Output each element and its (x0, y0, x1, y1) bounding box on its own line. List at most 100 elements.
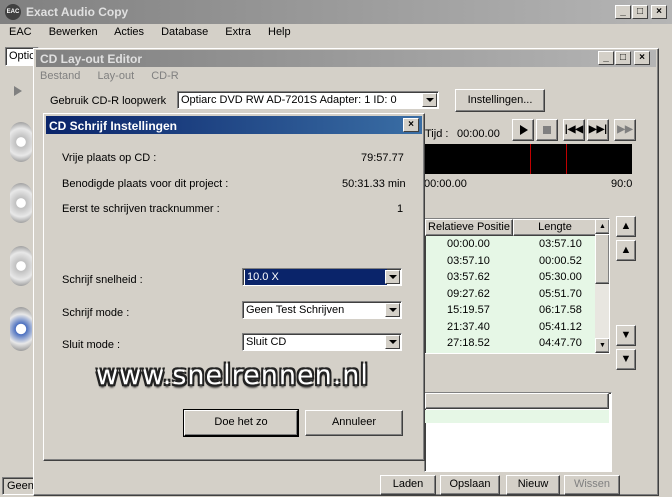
time-value: 00:00.00 (457, 128, 500, 140)
timeline-bar[interactable] (424, 144, 632, 174)
menu-bewerken[interactable]: Bewerken (49, 26, 98, 38)
row-position: 15:19.57 (447, 304, 490, 316)
fast-forward-icon: ▶▶ (617, 124, 633, 135)
clear-button[interactable]: Wissen (564, 475, 620, 495)
arrow-down-icon: ▼ (620, 329, 632, 341)
cdr-drive-value: Optiarc DVD RW AD-7201S Adapter: 1 ID: 0 (181, 94, 397, 106)
first-track-value: 1 (397, 203, 404, 215)
editor-minimize-button[interactable]: _ (598, 51, 614, 65)
row-length: 04:47.70 (539, 337, 582, 349)
timeline-start: 00:00.00 (424, 178, 467, 190)
chevron-down-icon[interactable] (422, 93, 437, 107)
lower-list[interactable] (424, 392, 612, 472)
cd-wav-icon[interactable] (10, 183, 32, 223)
play-arrow-icon[interactable] (14, 86, 22, 96)
row-length: 00:00.52 (539, 254, 582, 267)
save-button[interactable]: Opslaan (440, 475, 500, 495)
lower-list-row[interactable] (425, 410, 609, 423)
needed-space-value: 50:31.33 min (342, 178, 406, 190)
menu-database[interactable]: Database (161, 26, 208, 38)
move-bottom-button[interactable]: ▼ (616, 349, 636, 370)
move-up-button[interactable]: ▲ (616, 240, 636, 261)
main-close-button[interactable]: × (651, 5, 667, 19)
previous-button[interactable]: |◀◀ (563, 119, 585, 141)
settings-button[interactable]: Instellingen... (455, 89, 545, 112)
row-position: 03:57.62 (447, 271, 490, 283)
write-speed-value: 10.0 X (245, 269, 387, 285)
scroll-up-button[interactable]: ▲ (595, 219, 609, 234)
close-mode-select[interactable]: Sluit CD (242, 333, 402, 351)
menu-help[interactable]: Help (268, 26, 291, 38)
scroll-thumb[interactable] (595, 234, 609, 284)
row-length: 06:17.58 (539, 304, 582, 316)
track-list[interactable]: Relatieve Positie Lengte ▲ ▼ 00:00.00 03:… (424, 218, 610, 354)
menu-extra[interactable]: Extra (225, 26, 251, 38)
close-mode-value: Sluit CD (246, 336, 287, 348)
editor-close-button[interactable]: × (634, 51, 650, 65)
main-menu-bar: EAC Bewerken Acties Database Extra Help (0, 24, 672, 42)
scroll-down-button[interactable]: ▼ (595, 338, 609, 353)
time-label: Tijd : (425, 128, 449, 140)
dialog-title-bar: CD Schrijf Instellingen × (46, 116, 422, 134)
timeline-marker (530, 144, 531, 174)
chevron-down-icon[interactable] (385, 335, 400, 349)
arrow-up-bar-icon: ▲ (620, 220, 632, 232)
free-space-label: Vrije plaats op CD : (62, 152, 157, 164)
main-maximize-button[interactable]: □ (632, 5, 648, 19)
menu-acties[interactable]: Acties (114, 26, 144, 38)
timeline-marker (566, 144, 567, 174)
free-space-value: 79:57.77 (361, 152, 404, 164)
cd-copy-icon[interactable] (10, 122, 32, 162)
editor-menu-layout[interactable]: Lay-out (97, 70, 134, 82)
main-window-title: Exact Audio Copy (26, 5, 129, 19)
new-button[interactable]: Nieuw (506, 475, 560, 495)
play-icon (520, 125, 528, 135)
write-speed-label: Schrijf snelheid : (62, 274, 143, 286)
cdr-drive-label: Gebruik CD-R loopwerk (50, 95, 167, 107)
list-scrollbar[interactable]: ▲ ▼ (595, 219, 609, 353)
move-down-button[interactable]: ▼ (616, 325, 636, 346)
editor-menu-bar: Bestand Lay-out CD-R (36, 69, 436, 86)
dialog-close-button[interactable]: × (403, 118, 419, 132)
row-position: 21:37.40 (447, 320, 490, 333)
row-position: 09:27.62 (447, 287, 490, 300)
fast-forward-button[interactable]: ▶▶ (614, 119, 636, 141)
move-top-button[interactable]: ▲ (616, 216, 636, 237)
column-header-relative-position[interactable]: Relatieve Positie (425, 219, 513, 236)
eac-app-icon[interactable]: EAC (5, 4, 21, 20)
editor-menu-bestand[interactable]: Bestand (40, 70, 80, 82)
column-header-length[interactable]: Lengte (513, 219, 597, 236)
cdr-drive-select[interactable]: Optiarc DVD RW AD-7201S Adapter: 1 ID: 0 (177, 91, 439, 109)
row-length: 03:57.10 (539, 238, 582, 250)
cd-compress-icon[interactable] (10, 307, 32, 351)
main-title-bar: EAC Exact Audio Copy _ □ × (0, 0, 672, 24)
write-mode-select[interactable]: Geen Test Schrijven (242, 301, 402, 319)
write-settings-dialog (43, 113, 425, 461)
row-position: 00:00.00 (447, 238, 490, 250)
dialog-title: CD Schrijf Instellingen (49, 119, 178, 133)
stop-button[interactable] (536, 119, 558, 141)
skip-forward-icon: ▶▶| (588, 124, 608, 135)
main-minimize-button[interactable]: _ (615, 5, 631, 19)
skip-back-icon: |◀◀ (564, 124, 584, 135)
write-speed-select[interactable]: 10.0 X (242, 268, 402, 286)
cd-mp3-icon[interactable] (10, 246, 32, 286)
row-position: 27:18.52 (447, 337, 490, 349)
menu-eac[interactable]: EAC (9, 26, 32, 38)
timeline-end: 90:0 (611, 178, 633, 190)
cancel-button[interactable]: Annuleer (305, 410, 403, 436)
editor-maximize-button[interactable]: □ (615, 51, 631, 65)
chevron-down-icon[interactable] (385, 303, 400, 317)
next-button[interactable]: ▶▶| (587, 119, 609, 141)
play-button[interactable] (512, 119, 534, 141)
chevron-down-icon[interactable] (385, 270, 400, 284)
confirm-button[interactable]: Doe het zo (183, 409, 299, 437)
needed-space-label: Benodigde plaats voor dit project : (62, 178, 229, 190)
editor-menu-cdr[interactable]: CD-R (151, 70, 179, 82)
close-mode-label: Sluit mode : (62, 339, 121, 351)
stop-icon (543, 126, 551, 134)
first-track-label: Eerst te schrijven tracknummer : (62, 203, 220, 215)
load-button[interactable]: Laden (380, 475, 436, 495)
write-mode-label: Schrijf mode : (62, 307, 130, 319)
write-mode-value: Geen Test Schrijven (246, 304, 345, 316)
